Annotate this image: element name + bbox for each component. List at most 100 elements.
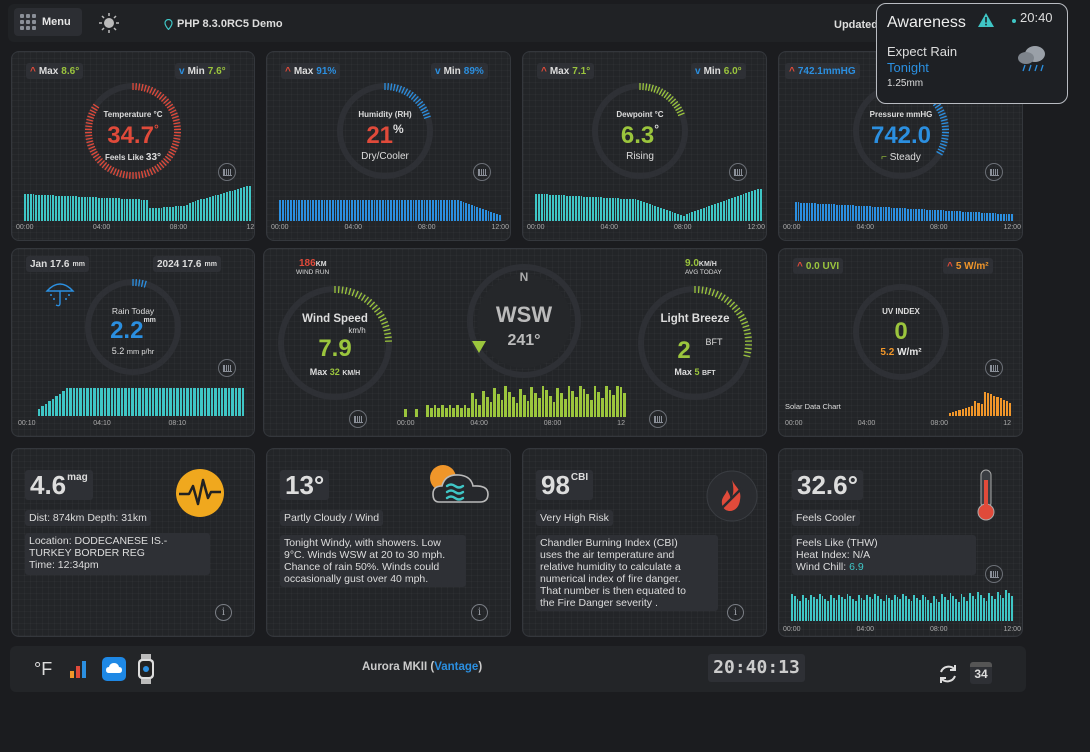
history-bar <box>942 210 945 221</box>
history-bar <box>134 387 138 416</box>
forecast-card: 13° Partly Cloudy / Wind Tonight Windy, … <box>266 448 511 637</box>
history-bar <box>915 208 918 221</box>
pressure-sub: ⌐ Steady <box>881 152 921 163</box>
weather-app-icon[interactable] <box>102 657 126 681</box>
refresh-icon[interactable] <box>937 663 959 685</box>
earthquake-card: 4.6 mag Dist: 874km Depth: 31km Location:… <box>11 448 255 637</box>
history-bar <box>930 603 932 621</box>
history-bar <box>983 212 986 221</box>
chevron-down-icon: v <box>179 65 185 77</box>
history-bar <box>160 207 163 221</box>
history-bar <box>654 206 657 221</box>
calendar-icon[interactable]: 34 <box>970 662 992 684</box>
history-bar <box>248 185 251 221</box>
history-bar <box>648 204 651 221</box>
gauge-tick <box>744 347 752 350</box>
history-bar <box>960 594 963 621</box>
history-bar <box>796 598 799 621</box>
history-bar <box>312 200 315 221</box>
history-bar <box>921 594 924 621</box>
history-bar <box>1002 213 1005 221</box>
history-bar <box>620 198 623 221</box>
history-bar <box>799 601 802 621</box>
temperature-max-badge: ^ Max 8.6° <box>26 63 84 79</box>
history-bar <box>557 195 560 221</box>
history-bar <box>920 209 923 221</box>
history-bar <box>515 403 519 417</box>
info-icon[interactable]: i <box>471 604 488 621</box>
history-bar <box>717 203 719 221</box>
wind-speed-chart-icon[interactable] <box>349 410 367 428</box>
history-bar <box>301 200 304 221</box>
history-bar <box>426 200 429 221</box>
history-bar <box>196 387 200 416</box>
theme-toggle-icon[interactable] <box>98 12 120 34</box>
history-bar <box>804 597 807 621</box>
history-bar <box>912 208 915 221</box>
history-bar <box>320 200 323 221</box>
history-bar <box>169 206 171 221</box>
history-bar <box>487 210 490 221</box>
rain-month-badge: Jan 17.6 mm <box>26 256 89 272</box>
grid-icon <box>20 14 36 30</box>
history-bar <box>885 595 888 621</box>
history-bar <box>1005 401 1008 416</box>
awareness-popup[interactable]: Awareness 20:40 Expect Rain Tonight 1.25… <box>876 3 1068 104</box>
info-icon[interactable]: i <box>727 604 744 621</box>
history-bar <box>993 395 996 416</box>
history-bar <box>134 199 137 221</box>
history-bar <box>991 596 994 621</box>
history-bar <box>949 413 952 416</box>
menu-button[interactable]: Menu <box>14 8 82 36</box>
history-bar <box>174 206 177 221</box>
history-bar <box>736 196 739 221</box>
history-bar <box>495 213 498 221</box>
history-bar <box>1008 402 1012 416</box>
fire-index-value: 98 CBI <box>536 470 594 500</box>
wind-avg-label: AVG TODAY <box>685 269 722 276</box>
station-link[interactable]: Vantage <box>434 661 478 673</box>
feels-chart-icon[interactable] <box>985 565 1003 583</box>
history-bar <box>827 204 830 221</box>
history-bar <box>137 199 140 221</box>
history-bar <box>100 197 103 221</box>
history-bar <box>279 200 281 221</box>
history-bar <box>415 409 418 417</box>
history-bar <box>290 200 292 221</box>
history-bar <box>836 204 838 221</box>
history-bar <box>485 396 489 417</box>
humidity-card: ^ Max 91% v Min 89% Humidity (RH) 21% Dry/Co… <box>266 51 511 241</box>
history-bar <box>97 197 100 221</box>
history-bar <box>379 200 381 221</box>
temperature-chart-icon[interactable] <box>218 163 236 181</box>
history-bar <box>931 209 934 221</box>
history-bar <box>986 212 989 221</box>
history-bar <box>437 407 441 417</box>
rain-bars <box>38 386 245 416</box>
history-bar <box>223 192 225 221</box>
dewpoint-chart-icon[interactable] <box>729 163 747 181</box>
history-bar <box>482 208 484 221</box>
bar-chart-icon[interactable] <box>68 659 88 679</box>
watch-icon[interactable] <box>137 654 155 684</box>
history-bar <box>194 201 197 221</box>
history-bar <box>563 195 566 221</box>
history-bar <box>651 205 654 221</box>
wind-bft-chart-icon[interactable] <box>649 410 667 428</box>
history-bar <box>523 395 526 417</box>
partly-cloudy-wind-icon <box>430 465 489 503</box>
history-bar <box>996 591 999 621</box>
unit-toggle-button[interactable]: °F <box>34 659 52 680</box>
history-bar <box>978 212 980 221</box>
history-bar <box>924 597 927 621</box>
rain-chart-icon[interactable] <box>218 359 236 377</box>
info-icon[interactable]: i <box>215 604 232 621</box>
history-bar <box>600 197 603 221</box>
history-bar <box>126 198 129 221</box>
history-bar <box>860 597 863 621</box>
uv-chart-icon[interactable] <box>985 359 1003 377</box>
humidity-chart-icon[interactable] <box>473 163 491 181</box>
history-bar <box>38 194 41 221</box>
history-bar <box>893 207 896 221</box>
pressure-chart-icon[interactable] <box>985 163 1003 181</box>
